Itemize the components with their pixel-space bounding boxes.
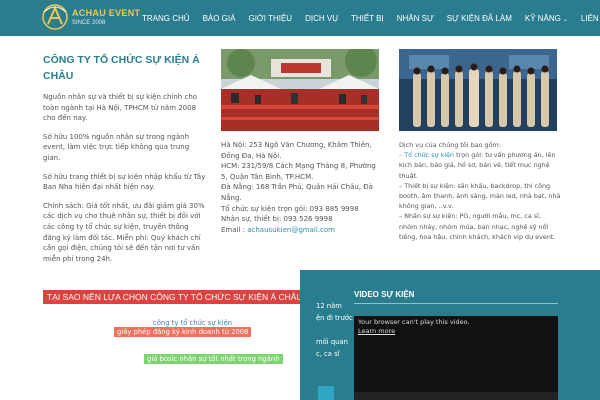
service-events-link[interactable]: – Tổ chức sự kiện: [399, 151, 454, 159]
why-section: TẠI SAO NÊN LỰA CHỌN CÔNG TY TỔ CHỨC SỰ …: [0, 280, 312, 400]
logo-name: ACHAU EVENT: [72, 8, 141, 18]
event-photo-models-image: [399, 49, 557, 131]
about-paragraph: Nguồn nhân sự và thiết bị sự kiện chính …: [43, 93, 198, 123]
chevron-down-icon: ⌄: [562, 16, 568, 23]
video-controls[interactable]: [354, 392, 558, 400]
service-item-equipment: – Thiết bị sự kiện: sân khấu, backdrop, …: [399, 181, 561, 211]
scroll-to-top-button[interactable]: [318, 386, 334, 400]
nav-item-contact[interactable]: LIÊN HỆ: [581, 14, 600, 23]
achau-logo-icon: [42, 4, 68, 30]
video-title: VIDEO SỰ KIỆN: [354, 290, 415, 299]
why-overflow-line: 12 năm: [316, 302, 342, 310]
email-link[interactable]: achausukien@gmail.com: [247, 226, 335, 234]
why-overflow-line: mối quan: [316, 338, 348, 346]
nav-item-equipment[interactable]: THIẾT BỊ: [351, 14, 384, 23]
about-paragraph: Sở hữu trang thiết bị sự kiện nhập khẩu …: [43, 172, 206, 192]
main-nav: TRANG CHỦ BÁO GIÁ GIỚI THIỆU DỊCH VỤ THI…: [142, 0, 600, 36]
why-title: TẠI SAO NÊN LỰA CHỌN CÔNG TY TỔ CHỨC SỰ …: [43, 290, 312, 304]
video-learn-more-link[interactable]: Learn more: [358, 327, 395, 335]
about-section: CÔNG TY TỔ CHỨC SỰ KIỆN Á CHÂU Nguồn nhâ…: [43, 52, 208, 272]
address-danang: Đà Nẵng: 168 Trần Phú, Quận Hải Châu, Đà…: [221, 183, 373, 202]
event-hotline: Tổ chức sự kiện trọn gói: 093 885 9998: [221, 204, 359, 213]
services-section: Dịch vụ của chúng tôi bao gồm: – Tổ chức…: [399, 140, 561, 242]
email-label: Email :: [221, 225, 248, 234]
address-hanoi: Hà Nội: 253 Ngõ Văn Chương, Khâm Thiên, …: [221, 141, 372, 160]
event-photo-outdoor-image: [221, 49, 379, 131]
contact-section: Hà Nội: 253 Ngõ Văn Chương, Khâm Thiên, …: [221, 140, 383, 235]
video-error-message: Your browser can't play this video.: [358, 318, 470, 326]
site-header: ACHAU EVENT SINCE 2008 TRANG CHỦ BÁO GIÁ…: [0, 0, 600, 36]
nav-item-past-events[interactable]: SỰ KIỆN ĐÃ LÀM: [447, 14, 512, 23]
logo-since: SINCE 2008: [72, 20, 106, 26]
address-hcm: HCM: 231/59/8 Cách Mạng Tháng 8, Phường …: [221, 162, 376, 181]
why-overflow-line: [316, 324, 354, 336]
nav-item-pricing[interactable]: BÁO GIÁ: [203, 14, 236, 23]
about-title: CÔNG TY TỔ CHỨC SỰ KIỆN Á CHÂU: [43, 54, 200, 82]
nav-item-staff[interactable]: NHÂN SỰ: [397, 14, 434, 23]
staff-hotline: Nhân sự, thiết bị: 093 526 9998: [221, 215, 333, 224]
event-photo-models: [399, 49, 557, 131]
nav-item-skills-label: KỸ NĂNG: [524, 13, 561, 23]
nav-item-services[interactable]: DỊCH VỤ: [305, 14, 338, 23]
about-paragraph: Sở hữu 100% nguồn nhân sự trong ngành ev…: [43, 132, 190, 162]
service-item-staff: – Nhân sự sự kiện: PG, người mẫu, mc, ca…: [399, 212, 556, 241]
email-row: Email : achausukien@gmail.com: [221, 225, 383, 236]
video-divider: [354, 303, 558, 304]
why-overflow-text: 12 năm ện đi trước mối quan c, ca sĩ: [300, 300, 354, 360]
services-intro: Dịch vụ của chúng tôi bao gồm:: [399, 141, 501, 149]
keyword-tag-license[interactable]: giấy phép đăng ký kinh doanh từ 2008: [114, 327, 252, 337]
nav-item-about[interactable]: GIỚI THIỆU: [248, 14, 292, 23]
keyword-tag-staff[interactable]: giá bosic nhân sự tốt nhất trong ngành: [144, 354, 283, 364]
site-logo[interactable]: ACHAU EVENT SINCE 2008: [40, 2, 140, 34]
nav-item-home[interactable]: TRANG CHỦ: [142, 14, 190, 23]
about-paragraph: Chính sách: Giá tốt nhất, ưu đãi giảm gi…: [43, 201, 205, 263]
event-photo-outdoor: [221, 49, 379, 131]
why-overflow-line: c, ca sĩ: [316, 350, 340, 358]
service-item-events: – Tổ chức sự kiện trọn gói: tư vấn phươn…: [399, 150, 561, 181]
nav-item-skills[interactable]: KỸ NĂNG ⌄: [525, 14, 568, 23]
why-overflow-line: ện đi trước: [316, 314, 353, 322]
